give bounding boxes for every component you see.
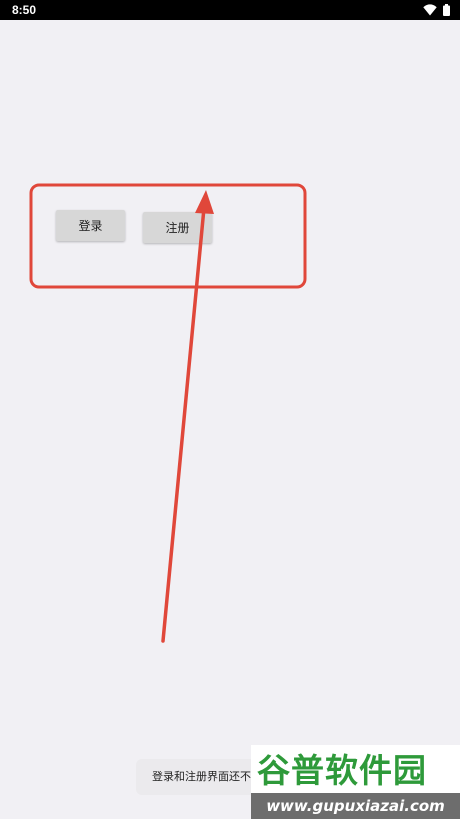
toast-text: 登录和注册界面还不 [152, 770, 251, 783]
status-bar: 8:50 [0, 0, 460, 20]
watermark-url: www.gupuxiazai.com [251, 793, 460, 819]
status-icons [423, 3, 450, 17]
battery-icon [443, 4, 450, 16]
login-button[interactable]: 登录 [56, 210, 125, 241]
wifi-icon [423, 4, 437, 16]
watermark-logo: 谷普软件园 [257, 751, 427, 790]
watermark: 谷普软件园 www.gupuxiazai.com [251, 745, 460, 819]
status-time: 8:50 [12, 3, 37, 17]
app-content: 登录 注册 [0, 20, 460, 819]
register-button[interactable]: 注册 [143, 212, 212, 243]
